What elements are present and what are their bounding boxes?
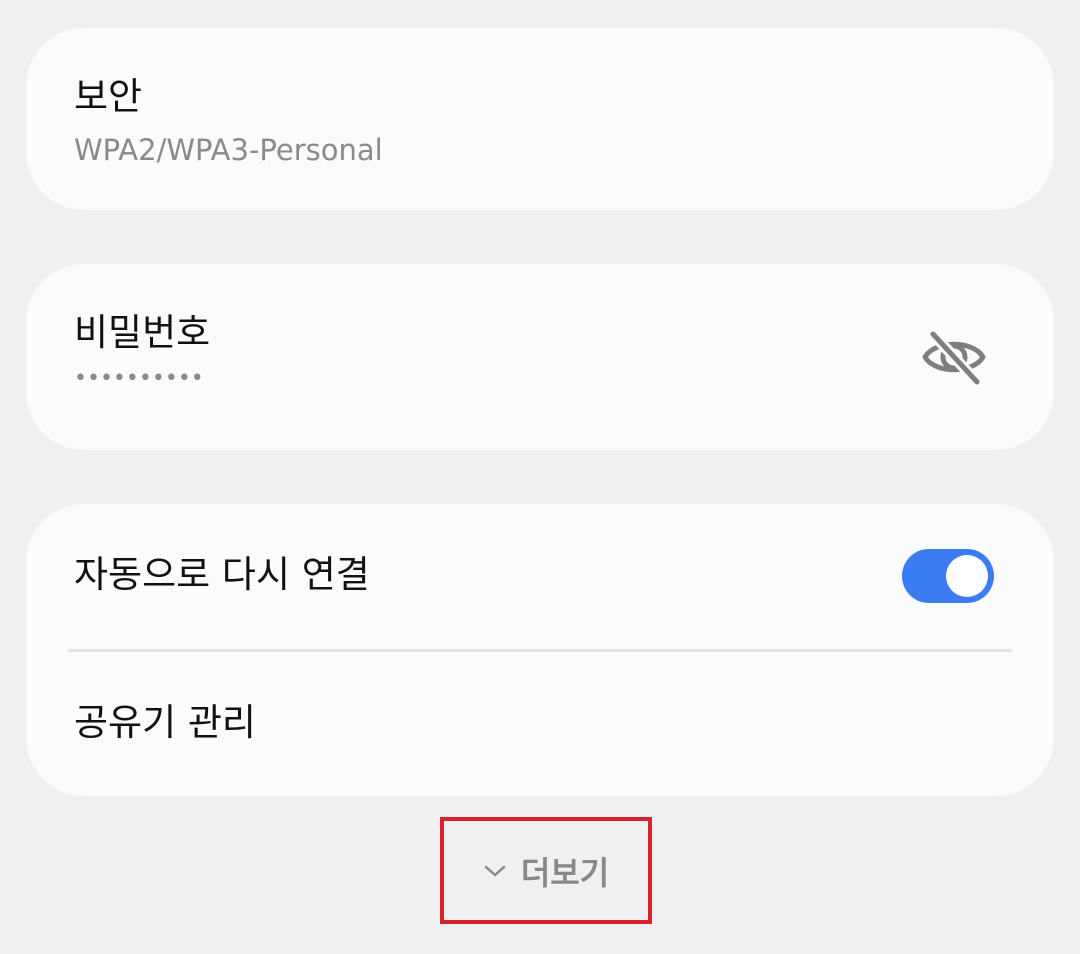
chevron-down-icon	[484, 865, 506, 876]
more-label: 더보기	[520, 853, 610, 892]
password-card[interactable]: 비밀번호 ••••••••••	[26, 264, 1054, 450]
options-card: 자동으로 다시 연결 공유기 관리	[26, 504, 1054, 796]
more-button[interactable]: 더보기	[440, 817, 652, 924]
security-value: WPA2/WPA3-Personal	[74, 133, 383, 167]
toggle-password-visibility-button[interactable]	[916, 322, 992, 392]
auto-reconnect-row[interactable]: 자동으로 다시 연결	[26, 504, 1054, 650]
auto-reconnect-label: 자동으로 다시 연결	[74, 553, 370, 596]
password-masked-value: ••••••••••	[74, 366, 204, 391]
router-manage-label: 공유기 관리	[74, 701, 256, 744]
auto-reconnect-toggle[interactable]	[902, 549, 994, 603]
eye-off-icon	[922, 328, 986, 386]
password-title: 비밀번호	[74, 311, 211, 354]
toggle-knob	[946, 555, 988, 597]
security-title: 보안	[74, 75, 143, 118]
security-card[interactable]: 보안 WPA2/WPA3-Personal	[26, 28, 1054, 210]
router-manage-row[interactable]: 공유기 관리	[26, 652, 1054, 796]
